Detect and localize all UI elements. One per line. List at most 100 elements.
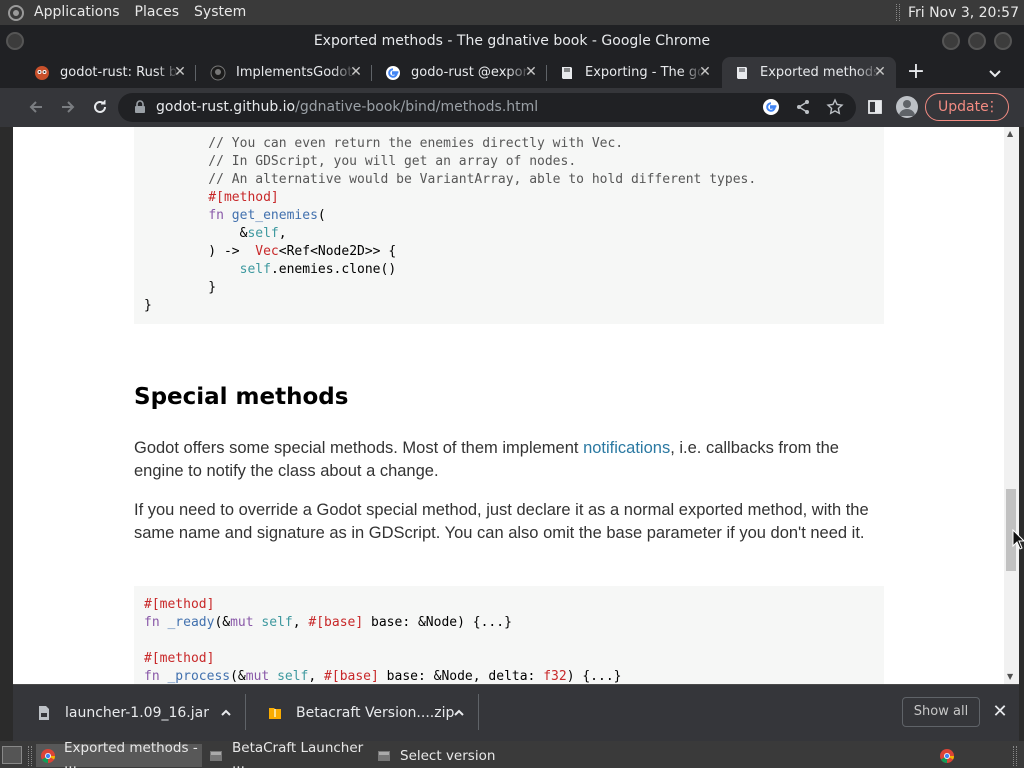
tab-label: Exported methods [760,65,880,80]
clock[interactable]: Fri Nov 3, 20:57 [908,5,1019,21]
workspace-chrome-icon[interactable] [936,744,960,767]
url-path: /gdnative-book/bind/methods.html [295,99,539,115]
task-label: Select version [400,747,496,764]
task-exported-methods[interactable]: Exported methods - ... [36,740,202,768]
tab-label: godo-rust @export [411,65,531,80]
desktop: Applications Places System Fri Nov 3, 20… [0,0,1024,768]
kebab-menu-icon[interactable]: ⋮ [985,94,999,120]
tab-separator [371,65,372,81]
code-line: ) -> Vec<Ref<Node2D>> { [177,244,397,259]
download-separator [478,694,479,730]
java-app-icon [378,750,390,761]
new-tab-button[interactable]: + [905,61,927,84]
lock-icon[interactable] [132,99,148,115]
side-panel-icon[interactable] [865,97,885,117]
tab-godot-rust[interactable]: godot-rust: Rust bindings ✕ [22,57,196,88]
show-all-downloads-button[interactable]: Show all [902,697,980,727]
url-host: godot-rust.github.io [156,99,296,115]
tab-search-chevron-icon[interactable] [984,62,1006,84]
tab-exporting[interactable]: Exporting - The gdnative book ✕ [547,57,721,88]
code-line: // An alternative would be VariantArray,… [177,172,757,187]
scroll-down-arrow-icon[interactable]: ▼ [1007,672,1013,681]
back-button[interactable] [24,95,48,119]
update-label: Update [938,99,989,115]
godot-rust-icon [34,65,50,81]
code-line: &self, [177,226,287,241]
panel-grip [895,4,900,21]
code-block-enemies: // You can even return the enemies direc… [134,127,884,324]
task-select-version[interactable]: Select version [372,744,538,767]
code-line: self.enemies.clone() [239,262,397,277]
minimize-icon[interactable] [942,32,960,50]
task-betacraft-launcher[interactable]: BetaCraft Launcher ... [204,740,370,768]
taskbar-grip [1013,746,1017,766]
tab-close-icon[interactable]: ✕ [348,64,364,80]
window-right-edge [1019,127,1024,684]
top-panel: Applications Places System Fri Nov 3, 20… [0,0,1024,25]
tab-close-icon[interactable]: ✕ [523,64,539,80]
tab-godo-rust-export[interactable]: godo-rust @export ✕ [373,57,547,88]
maximize-icon[interactable] [968,32,986,50]
forward-button[interactable] [56,95,80,119]
tab-close-icon[interactable]: ✕ [172,64,188,80]
tab-label: Exporting - The gdnative book [585,65,705,80]
close-downloads-bar-icon[interactable]: ✕ [990,702,1010,722]
zip-file-icon [269,707,281,719]
bookmark-star-icon[interactable] [825,97,845,117]
tab-exported-methods[interactable]: Exported methods ✕ [722,57,896,88]
window-menu-icon[interactable] [6,32,24,50]
chrome-icon [940,748,955,763]
page-viewport: // You can even return the enemies direc… [13,127,1004,684]
google-icon [385,65,401,81]
mouse-cursor-icon [1012,528,1024,551]
chrome-icon [41,748,56,763]
book-icon [734,65,750,81]
paragraph-notifications: Godot offers some special methods. Most … [134,437,874,484]
code-line: // You can even return the enemies direc… [177,136,624,151]
tab-close-icon[interactable]: ✕ [697,64,713,80]
window-left-edge [0,127,13,684]
taskbar-grip [28,746,32,766]
code-line: #[method] [144,597,215,612]
window-title: Exported methods - The gdnative book - G… [313,33,711,49]
clock-area: Fri Nov 3, 20:57 [895,0,1024,25]
profile-avatar-icon[interactable] [896,96,918,118]
page-scrollbar[interactable]: ▲ ▼ [1004,127,1019,684]
update-button[interactable]: Update ⋮ [925,93,1009,121]
paragraph-override: If you need to override a Godot special … [134,501,869,543]
window-title-bar: Exported methods - The gdnative book - G… [0,25,1024,57]
tab-strip: godot-rust: Rust bindings ✕ ImplementsGo… [0,57,1024,88]
code-line: } [144,298,152,313]
share-icon[interactable] [793,97,813,117]
show-desktop-icon[interactable] [2,746,22,764]
book-icon [559,65,575,81]
code-line: fn _process(&mut self, #[base] base: &No… [144,669,622,684]
code-line: // In GDScript, you will get an array of… [177,154,577,169]
reload-button[interactable] [88,95,112,119]
tab-label: ImplementsGodotBase [236,65,356,80]
download-item-launcher[interactable]: launcher-1.09_16.jar [37,684,209,741]
scroll-up-arrow-icon[interactable]: ▲ [1007,129,1013,138]
download-filename: Betacraft Version....zip [296,704,455,721]
task-label: Exported methods - ... [64,739,198,768]
applications-logo-icon[interactable] [5,2,27,24]
task-label: BetaCraft Launcher ... [232,739,364,768]
notifications-link[interactable]: notifications [583,439,670,457]
menu-places[interactable]: Places [135,0,180,25]
code-line: } [177,280,217,295]
download-chevron-up-icon[interactable] [452,684,466,741]
download-chevron-up-icon[interactable] [219,684,233,741]
download-item-betacraft[interactable]: Betacraft Version....zip [268,684,454,741]
tab-close-icon[interactable]: ✕ [872,64,888,80]
code-line: fn get_enemies( [208,208,326,223]
url-text[interactable]: godot-rust.github.io/gdnative-book/bind/… [156,98,538,116]
para-text: Godot offers some special methods. Most … [134,439,584,457]
menu-system[interactable]: System [194,0,246,25]
menu-applications[interactable]: Applications [34,0,120,25]
close-window-icon[interactable] [994,32,1012,50]
google-lens-icon[interactable] [761,97,781,117]
tab-implements-godot-base[interactable]: ImplementsGodotBase ✕ [198,57,372,88]
download-separator [245,694,246,730]
code-line: #[method] [144,651,215,666]
tab-separator [195,65,196,81]
